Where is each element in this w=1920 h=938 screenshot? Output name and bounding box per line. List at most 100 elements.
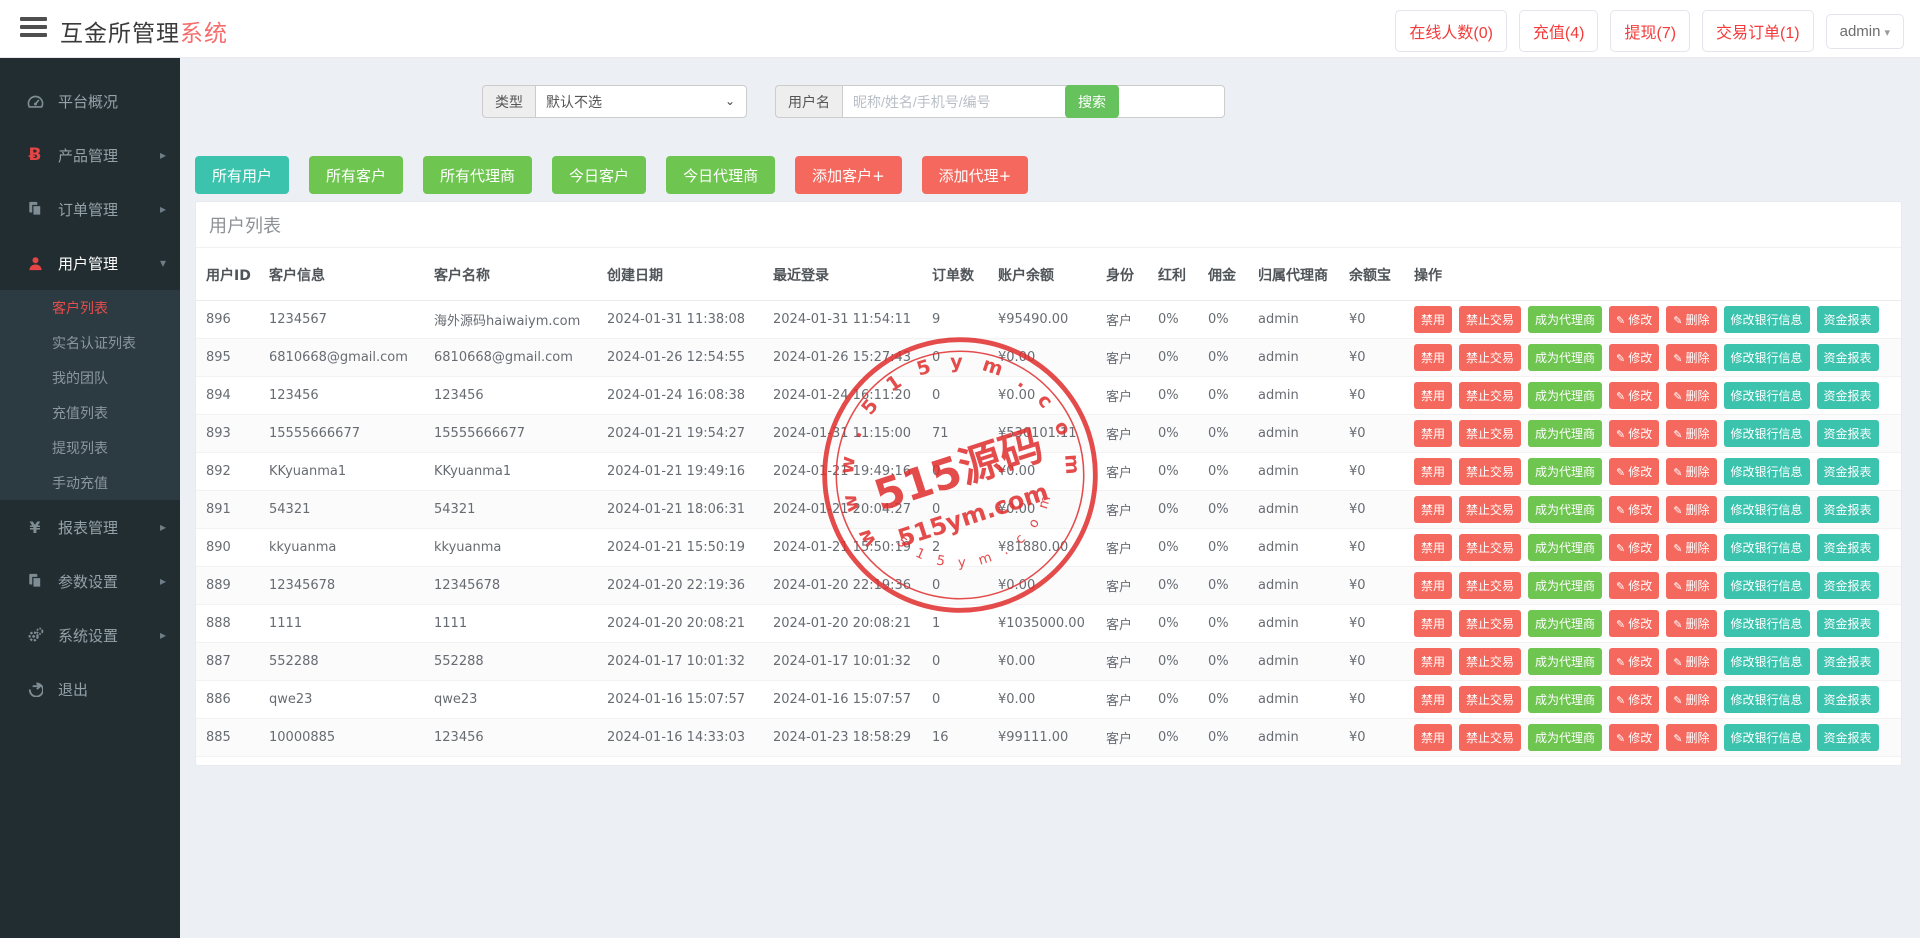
cell-agent[interactable]: admin bbox=[1252, 453, 1343, 491]
make-agent-button[interactable]: 成为代理商 bbox=[1528, 534, 1602, 561]
make-agent-button[interactable]: 成为代理商 bbox=[1528, 382, 1602, 409]
make-agent-button[interactable]: 成为代理商 bbox=[1528, 572, 1602, 599]
delete-button[interactable]: ✎删除 bbox=[1666, 572, 1716, 599]
delete-button[interactable]: ✎删除 bbox=[1666, 382, 1716, 409]
delete-button[interactable]: ✎删除 bbox=[1666, 420, 1716, 447]
forbid-trade-button[interactable]: 禁止交易 bbox=[1459, 572, 1521, 599]
make-agent-button[interactable]: 成为代理商 bbox=[1528, 648, 1602, 675]
make-agent-button[interactable]: 成为代理商 bbox=[1528, 458, 1602, 485]
forbid-trade-button[interactable]: 禁止交易 bbox=[1459, 534, 1521, 561]
sidebar-item-parameter-settings[interactable]: 参数设置▸ bbox=[0, 554, 180, 608]
sidebar-item-user-management[interactable]: 用户管理▾ bbox=[0, 236, 180, 290]
funds-report-button[interactable]: 资金报表 bbox=[1817, 686, 1879, 713]
edit-button[interactable]: ✎修改 bbox=[1609, 382, 1659, 409]
recharge-count-button[interactable]: 充值(4) bbox=[1519, 10, 1599, 52]
edit-bank-button[interactable]: 修改银行信息 bbox=[1724, 724, 1810, 751]
edit-bank-button[interactable]: 修改银行信息 bbox=[1724, 496, 1810, 523]
delete-button[interactable]: ✎删除 bbox=[1666, 648, 1716, 675]
forbid-trade-button[interactable]: 禁止交易 bbox=[1459, 610, 1521, 637]
delete-button[interactable]: ✎删除 bbox=[1666, 496, 1716, 523]
disable-button[interactable]: 禁用 bbox=[1414, 534, 1452, 561]
sidebar-subitem-my-team[interactable]: 我的团队 bbox=[0, 360, 180, 395]
edit-button[interactable]: ✎修改 bbox=[1609, 686, 1659, 713]
disable-button[interactable]: 禁用 bbox=[1414, 610, 1452, 637]
sidebar-subitem-customer-list[interactable]: 客户列表 bbox=[0, 290, 180, 325]
funds-report-button[interactable]: 资金报表 bbox=[1817, 344, 1879, 371]
sidebar-item-order-management[interactable]: 订单管理▸ bbox=[0, 182, 180, 236]
forbid-trade-button[interactable]: 禁止交易 bbox=[1459, 458, 1521, 485]
delete-button[interactable]: ✎删除 bbox=[1666, 534, 1716, 561]
delete-button[interactable]: ✎删除 bbox=[1666, 610, 1716, 637]
disable-button[interactable]: 禁用 bbox=[1414, 382, 1452, 409]
make-agent-button[interactable]: 成为代理商 bbox=[1528, 306, 1602, 333]
funds-report-button[interactable]: 资金报表 bbox=[1817, 420, 1879, 447]
funds-report-button[interactable]: 资金报表 bbox=[1817, 610, 1879, 637]
forbid-trade-button[interactable]: 禁止交易 bbox=[1459, 496, 1521, 523]
edit-button[interactable]: ✎修改 bbox=[1609, 496, 1659, 523]
funds-report-button[interactable]: 资金报表 bbox=[1817, 458, 1879, 485]
sidebar-item-logout[interactable]: 退出 bbox=[0, 662, 180, 716]
forbid-trade-button[interactable]: 禁止交易 bbox=[1459, 382, 1521, 409]
disable-button[interactable]: 禁用 bbox=[1414, 724, 1452, 751]
edit-button[interactable]: ✎修改 bbox=[1609, 724, 1659, 751]
sidebar-item-platform-overview[interactable]: 平台概况 bbox=[0, 74, 180, 128]
admin-user-menu[interactable]: admin▾ bbox=[1826, 14, 1904, 49]
cell-agent[interactable]: admin bbox=[1252, 567, 1343, 605]
sidebar-item-report-management[interactable]: ¥报表管理▸ bbox=[0, 500, 180, 554]
edit-button[interactable]: ✎修改 bbox=[1609, 458, 1659, 485]
cell-agent[interactable]: admin bbox=[1252, 529, 1343, 567]
type-filter-select[interactable]: 默认不选 ⌄ bbox=[535, 85, 747, 118]
disable-button[interactable]: 禁用 bbox=[1414, 306, 1452, 333]
search-button[interactable]: 搜索 bbox=[1065, 85, 1119, 118]
forbid-trade-button[interactable]: 禁止交易 bbox=[1459, 420, 1521, 447]
disable-button[interactable]: 禁用 bbox=[1414, 458, 1452, 485]
forbid-trade-button[interactable]: 禁止交易 bbox=[1459, 724, 1521, 751]
edit-bank-button[interactable]: 修改银行信息 bbox=[1724, 306, 1810, 333]
today-customers-button[interactable]: 今日客户 bbox=[552, 156, 646, 194]
cell-agent[interactable]: admin bbox=[1252, 605, 1343, 643]
edit-bank-button[interactable]: 修改银行信息 bbox=[1724, 686, 1810, 713]
edit-button[interactable]: ✎修改 bbox=[1609, 306, 1659, 333]
funds-report-button[interactable]: 资金报表 bbox=[1817, 534, 1879, 561]
edit-button[interactable]: ✎修改 bbox=[1609, 534, 1659, 561]
disable-button[interactable]: 禁用 bbox=[1414, 344, 1452, 371]
delete-button[interactable]: ✎删除 bbox=[1666, 686, 1716, 713]
disable-button[interactable]: 禁用 bbox=[1414, 572, 1452, 599]
today-agents-button[interactable]: 今日代理商 bbox=[666, 156, 775, 194]
funds-report-button[interactable]: 资金报表 bbox=[1817, 306, 1879, 333]
delete-button[interactable]: ✎删除 bbox=[1666, 724, 1716, 751]
make-agent-button[interactable]: 成为代理商 bbox=[1528, 344, 1602, 371]
disable-button[interactable]: 禁用 bbox=[1414, 496, 1452, 523]
cell-agent[interactable]: admin bbox=[1252, 415, 1343, 453]
funds-report-button[interactable]: 资金报表 bbox=[1817, 572, 1879, 599]
forbid-trade-button[interactable]: 禁止交易 bbox=[1459, 306, 1521, 333]
sidebar-item-product-management[interactable]: Ƀ产品管理▸ bbox=[0, 128, 180, 182]
edit-bank-button[interactable]: 修改银行信息 bbox=[1724, 648, 1810, 675]
add-customer-button[interactable]: 添加客户+ bbox=[795, 156, 902, 194]
online-users-button[interactable]: 在线人数(0) bbox=[1395, 10, 1507, 52]
edit-button[interactable]: ✎修改 bbox=[1609, 420, 1659, 447]
hamburger-menu-icon[interactable] bbox=[20, 17, 47, 39]
username-search-input[interactable] bbox=[842, 85, 1225, 118]
cell-agent[interactable]: admin bbox=[1252, 301, 1343, 339]
all-agents-button[interactable]: 所有代理商 bbox=[423, 156, 532, 194]
forbid-trade-button[interactable]: 禁止交易 bbox=[1459, 344, 1521, 371]
sidebar-subitem-manual-recharge[interactable]: 手动充值 bbox=[0, 465, 180, 500]
all-customers-button[interactable]: 所有客户 bbox=[309, 156, 403, 194]
sidebar-subitem-withdraw-list[interactable]: 提现列表 bbox=[0, 430, 180, 465]
edit-bank-button[interactable]: 修改银行信息 bbox=[1724, 534, 1810, 561]
edit-button[interactable]: ✎修改 bbox=[1609, 610, 1659, 637]
make-agent-button[interactable]: 成为代理商 bbox=[1528, 610, 1602, 637]
edit-button[interactable]: ✎修改 bbox=[1609, 344, 1659, 371]
make-agent-button[interactable]: 成为代理商 bbox=[1528, 420, 1602, 447]
cell-agent[interactable]: admin bbox=[1252, 491, 1343, 529]
delete-button[interactable]: ✎删除 bbox=[1666, 344, 1716, 371]
edit-bank-button[interactable]: 修改银行信息 bbox=[1724, 572, 1810, 599]
edit-button[interactable]: ✎修改 bbox=[1609, 648, 1659, 675]
withdraw-count-button[interactable]: 提现(7) bbox=[1610, 10, 1690, 52]
sidebar-subitem-recharge-list[interactable]: 充值列表 bbox=[0, 395, 180, 430]
make-agent-button[interactable]: 成为代理商 bbox=[1528, 496, 1602, 523]
cell-agent[interactable]: admin bbox=[1252, 643, 1343, 681]
funds-report-button[interactable]: 资金报表 bbox=[1817, 648, 1879, 675]
all-users-button[interactable]: 所有用户 bbox=[195, 156, 289, 194]
